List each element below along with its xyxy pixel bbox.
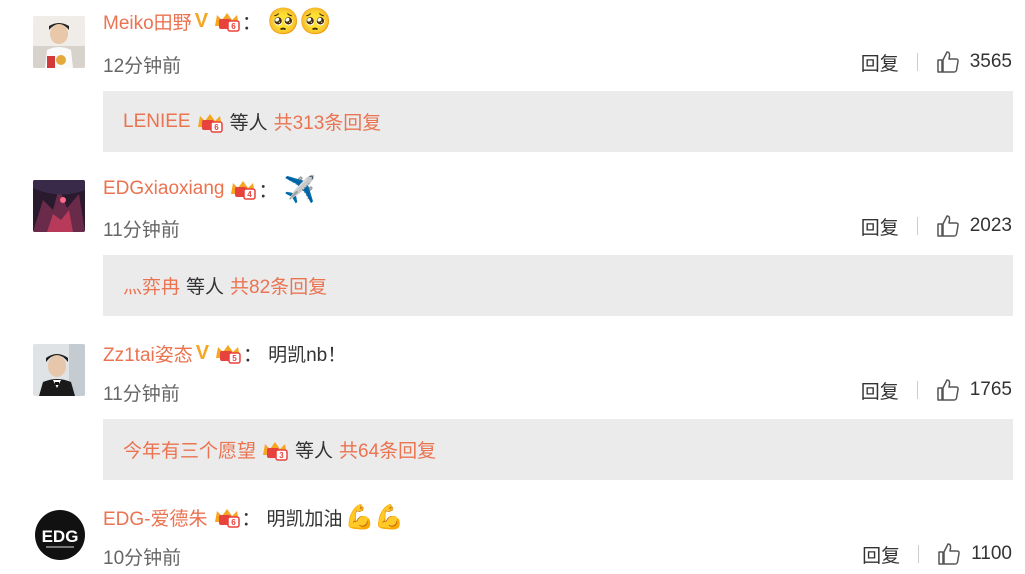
timestamp: 11分钟前	[103, 220, 180, 241]
svg-text:6: 6	[231, 22, 236, 31]
avatar-logo-text: EDG	[42, 527, 79, 546]
svg-text:4: 4	[248, 190, 253, 199]
fan-crown-icon: 3	[261, 439, 289, 461]
reply-button[interactable]: 回复	[861, 213, 899, 240]
like-count: 1100	[971, 543, 1012, 564]
username[interactable]: EDGxiaoxiang	[103, 178, 224, 200]
avatar[interactable]	[33, 180, 85, 232]
username[interactable]: EDG-爱德朱	[103, 504, 208, 531]
like-count: 1765	[969, 379, 1012, 400]
avatar[interactable]: EDG	[33, 508, 87, 562]
timestamp: 11分钟前	[103, 384, 180, 405]
reply-count-link[interactable]: 共82条回复	[230, 272, 327, 299]
avatar[interactable]	[33, 16, 85, 68]
fan-crown-icon: 5	[214, 342, 242, 364]
reply-others-label: 等人	[229, 113, 268, 134]
reply-username[interactable]: 灬弈冉	[123, 272, 180, 299]
pleading-face-emoji-icon: 🥺🥺	[267, 5, 332, 36]
reply-preview[interactable]: 今年有三个愿望 3 等人 共64条回复	[103, 419, 1013, 480]
comment-text: 明凯nb！	[268, 344, 347, 366]
fan-crown-icon: 4	[229, 178, 257, 200]
airplane-emoji-icon: ✈️	[283, 173, 316, 204]
thumbs-up-icon[interactable]	[936, 50, 960, 74]
reply-button[interactable]: 回复	[861, 377, 899, 404]
comment-actions: 回复 1765	[861, 375, 1012, 405]
reply-count-link[interactable]: 共64条回复	[339, 436, 436, 463]
comment-actions: 回复 1100	[862, 539, 1012, 569]
svg-text:5: 5	[232, 354, 237, 363]
reply-others-label: 等人	[295, 441, 334, 462]
reply-username[interactable]: 今年有三个愿望	[123, 436, 256, 463]
fan-crown-icon: 6	[213, 10, 241, 32]
like-count: 3565	[969, 51, 1012, 72]
comment-header: EDGxiaoxiang 4 ： ✈️	[103, 172, 316, 206]
comment-header: EDG-爱德朱 6 ： 明凯加油 💪💪	[103, 500, 404, 534]
reply-preview[interactable]: LENIEE 6 等人 共313条回复	[103, 91, 1013, 152]
reply-others-label: 等人	[186, 277, 225, 298]
flexed-biceps-emoji-icon: 💪💪	[344, 503, 405, 531]
colon: ：	[243, 344, 263, 366]
reply-preview-content: 灬弈冉 等人 共82条回复	[123, 272, 327, 299]
svg-text:6: 6	[214, 123, 219, 132]
comment-header: Meiko田野 V 6 ： 🥺🥺	[103, 4, 332, 38]
fan-crown-icon: 6	[213, 506, 241, 528]
avatar[interactable]	[33, 344, 85, 396]
reply-count-link[interactable]: 共313条回复	[274, 108, 382, 135]
reply-preview-content: 今年有三个愿望 3 等人 共64条回复	[123, 436, 436, 463]
reply-button[interactable]: 回复	[862, 541, 900, 568]
username[interactable]: Zz1tai姿态	[103, 340, 193, 367]
username[interactable]: Meiko田野	[103, 8, 192, 35]
timestamp: 10分钟前	[103, 548, 182, 569]
colon: ：	[258, 180, 278, 202]
reply-username[interactable]: LENIEE	[123, 111, 191, 133]
colon: ：	[241, 508, 261, 530]
reply-preview-content: LENIEE 6 等人 共313条回复	[123, 108, 381, 135]
divider	[918, 545, 920, 563]
comment-text: 明凯加油	[266, 508, 343, 530]
comment-actions: 回复 2023	[861, 211, 1012, 241]
svg-text:6: 6	[231, 518, 236, 527]
divider	[916, 53, 918, 71]
divider	[916, 381, 918, 399]
verified-icon: V	[195, 341, 210, 364]
colon: ：	[242, 12, 262, 34]
verified-icon: V	[194, 9, 209, 32]
divider	[916, 217, 918, 235]
comment-header: Zz1tai姿态 V 5 ： 明凯nb！	[103, 336, 346, 370]
fan-crown-icon: 6	[196, 111, 224, 133]
reply-preview[interactable]: 灬弈冉 等人 共82条回复	[103, 255, 1013, 316]
like-count: 2023	[969, 215, 1012, 236]
thumbs-up-icon[interactable]	[937, 542, 961, 566]
thumbs-up-icon[interactable]	[936, 214, 960, 238]
comment-actions: 回复 3565	[861, 47, 1012, 77]
svg-text:3: 3	[279, 451, 284, 460]
reply-button[interactable]: 回复	[861, 49, 899, 76]
thumbs-up-icon[interactable]	[936, 378, 960, 402]
timestamp: 12分钟前	[103, 56, 182, 77]
